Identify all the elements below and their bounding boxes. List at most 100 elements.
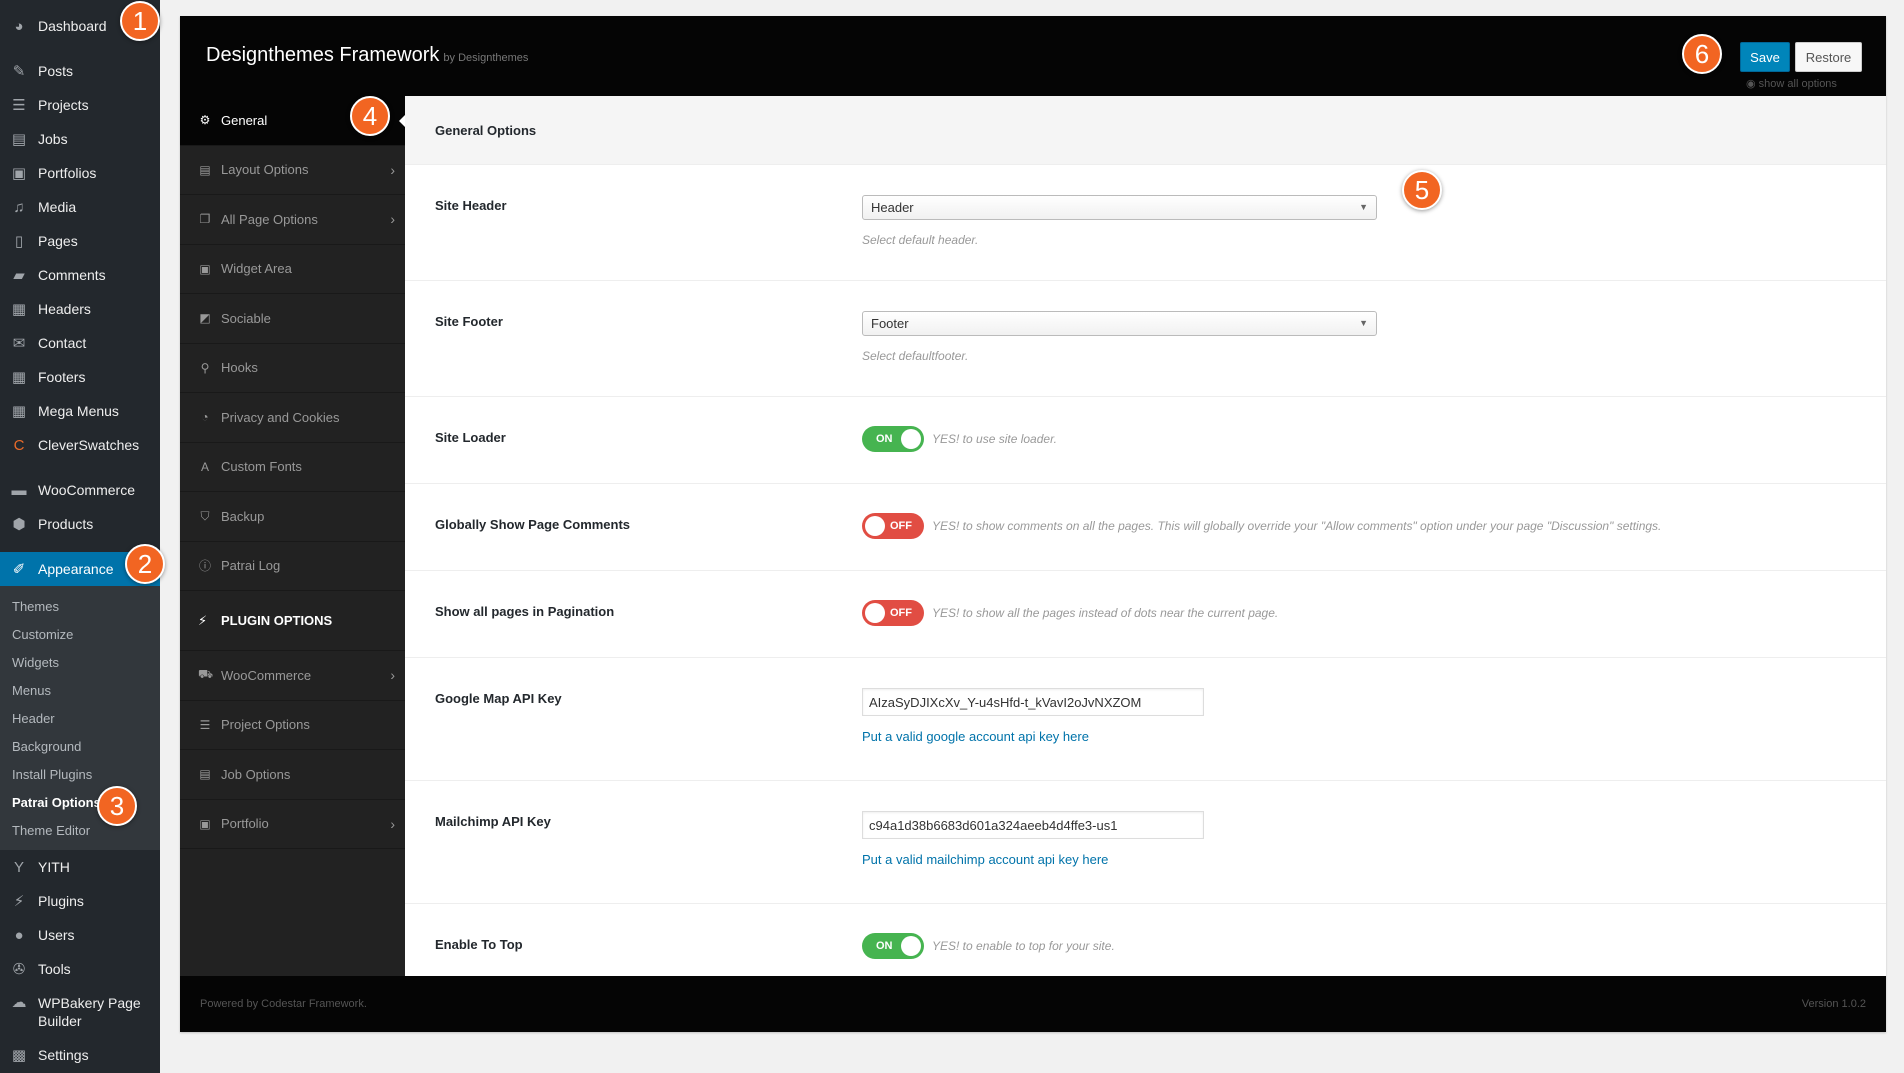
options-nav: ⚙ General ▤ Layout Options › ❐ All Page Opti… [180, 96, 405, 976]
field-help: Select default header. [862, 233, 979, 247]
google-api-help-link[interactable]: Put a valid google account api key here [862, 729, 1204, 744]
save-button[interactable]: Save [1740, 42, 1790, 72]
menu-label: Users [38, 927, 75, 943]
toggle-state: ON [876, 940, 893, 952]
submenu-background[interactable]: Background [0, 732, 160, 760]
restore-button[interactable]: Restore [1795, 42, 1862, 72]
menu-contact[interactable]: ✉ Contact [0, 326, 160, 360]
submenu-themes[interactable]: Themes [0, 592, 160, 620]
nav-privacy[interactable]: ◔ Privacy and Cookies [180, 393, 405, 443]
wrench-icon: ✇ [12, 961, 26, 978]
menu-comments[interactable]: ▰ Comments [0, 258, 160, 292]
image-icon: ▣ [199, 816, 211, 831]
menu-label: Tools [38, 961, 71, 977]
menu-mega-menus[interactable]: ▦ Mega Menus [0, 394, 160, 428]
field-label: Site Footer [435, 314, 503, 329]
submenu-customize[interactable]: Customize [0, 620, 160, 648]
nav-backup[interactable]: ⛉ Backup [180, 492, 405, 542]
copy-icon: ❐ [199, 212, 211, 227]
menu-pages[interactable]: ▯ Pages [0, 224, 160, 258]
font-icon: A [200, 459, 209, 474]
nav-job-options[interactable]: ▤ Job Options [180, 750, 405, 800]
page-comments-toggle[interactable]: OFF [862, 513, 924, 539]
google-map-api-input[interactable] [862, 688, 1204, 716]
menu-plugins[interactable]: ⚡ Plugins [0, 884, 160, 918]
menu-yith[interactable]: Y YITH [0, 850, 160, 884]
nav-label: Portfolio [221, 816, 269, 832]
nav-woocommerce[interactable]: ⛟ WooCommerce › [180, 651, 405, 701]
nav-widget-area[interactable]: ▣ Widget Area [180, 245, 405, 294]
annotation-marker-5: 5 [1402, 170, 1442, 210]
annotation-marker-1: 1 [120, 1, 160, 41]
list-icon: ☰ [199, 717, 211, 732]
submenu-install-plugins[interactable]: Install Plugins [0, 760, 160, 788]
menu-media[interactable]: ♫ Media [0, 190, 160, 224]
annotation-marker-2: 2 [125, 544, 165, 584]
nav-project-options[interactable]: ☰ Project Options [180, 701, 405, 750]
toggle-knob [865, 603, 885, 623]
select-value: Header [871, 200, 914, 215]
menu-label: Products [38, 516, 94, 532]
menu-label: Portfolios [38, 165, 97, 181]
field-help: YES! to enable to top for your site. [932, 939, 1115, 953]
show-all-options-link[interactable]: ◉ show all options [1746, 77, 1837, 90]
menu-tools[interactable]: ✇ Tools [0, 952, 160, 986]
grid-icon: ▦ [11, 369, 27, 386]
hook-icon: ⚲ [200, 360, 210, 375]
settings-icon: ▩ [11, 1047, 27, 1064]
nav-all-page-options[interactable]: ❐ All Page Options › [180, 195, 405, 245]
submenu-widgets[interactable]: Widgets [0, 648, 160, 676]
menu-woocommerce[interactable]: ▬ WooCommerce [0, 473, 160, 507]
submenu-theme-editor[interactable]: Theme Editor [0, 816, 160, 844]
nav-sociable[interactable]: ◩ Sociable [180, 294, 405, 344]
toggle-knob [865, 516, 885, 536]
eye-icon: ◉ [1746, 78, 1759, 90]
nav-section-plugin-options: ⚡ PLUGIN OPTIONS [180, 591, 405, 651]
nav-custom-fonts[interactable]: A Custom Fonts [180, 443, 405, 492]
dropdown-arrow-icon: ▼ [1359, 318, 1368, 328]
field-label: Mailchimp API Key [435, 814, 551, 829]
mailchimp-api-help-link[interactable]: Put a valid mailchimp account api key he… [862, 852, 1204, 867]
annotation-marker-4: 4 [350, 96, 390, 136]
shield-icon: ⛉ [200, 508, 210, 523]
menu-label: Media [38, 199, 77, 215]
menu-posts[interactable]: ✎ Posts [0, 54, 160, 88]
menu-cleverswatches[interactable]: C CleverSwatches [0, 428, 160, 462]
nav-layout-options[interactable]: ▤ Layout Options › [180, 146, 405, 195]
select-value: Footer [871, 316, 909, 331]
user-icon: ● [14, 926, 24, 944]
gears-icon: ⚙ [199, 113, 211, 128]
field-label: Site Header [435, 198, 507, 213]
nav-label: Hooks [221, 360, 258, 376]
mailchimp-api-input[interactable] [862, 811, 1204, 839]
site-loader-toggle[interactable]: ON [862, 426, 924, 452]
menu-label: Headers [38, 301, 91, 317]
menu-portfolios[interactable]: ▣ Portfolios [0, 156, 160, 190]
to-top-toggle[interactable]: ON [862, 933, 924, 959]
menu-settings[interactable]: ▩ Settings [0, 1038, 160, 1072]
comment-icon: ▰ [13, 267, 25, 284]
menu-users[interactable]: ● Users [0, 918, 160, 952]
menu-wpbakery[interactable]: ☁ WPBakery Page Builder [0, 986, 160, 1038]
nav-hooks[interactable]: ⚲ Hooks [180, 344, 405, 393]
submenu-header[interactable]: Header [0, 704, 160, 732]
nav-label: Sociable [221, 310, 271, 326]
cookie-icon: ◔ [201, 410, 209, 425]
field-label: Show all pages in Pagination [435, 604, 615, 619]
menu-footers[interactable]: ▦ Footers [0, 360, 160, 394]
menu-label: Projects [38, 97, 89, 113]
menu-projects[interactable]: ☰ Projects [0, 88, 160, 122]
annotation-marker-6: 6 [1682, 34, 1722, 74]
site-header-select[interactable]: Header ▼ [862, 195, 1377, 220]
menu-products[interactable]: ⬢ Products [0, 507, 160, 541]
menu-headers[interactable]: ▦ Headers [0, 292, 160, 326]
menu-jobs[interactable]: ▤ Jobs [0, 122, 160, 156]
nav-portfolio[interactable]: ▣ Portfolio › [180, 800, 405, 849]
woo-icon: ▬ [11, 481, 27, 499]
chevron-right-icon: › [390, 211, 395, 228]
pagination-toggle[interactable]: OFF [862, 600, 924, 626]
share-icon: ◩ [199, 311, 211, 326]
submenu-menus[interactable]: Menus [0, 676, 160, 704]
site-footer-select[interactable]: Footer ▼ [862, 311, 1377, 336]
nav-patrai-log[interactable]: ⓘ Patrai Log [180, 542, 405, 591]
